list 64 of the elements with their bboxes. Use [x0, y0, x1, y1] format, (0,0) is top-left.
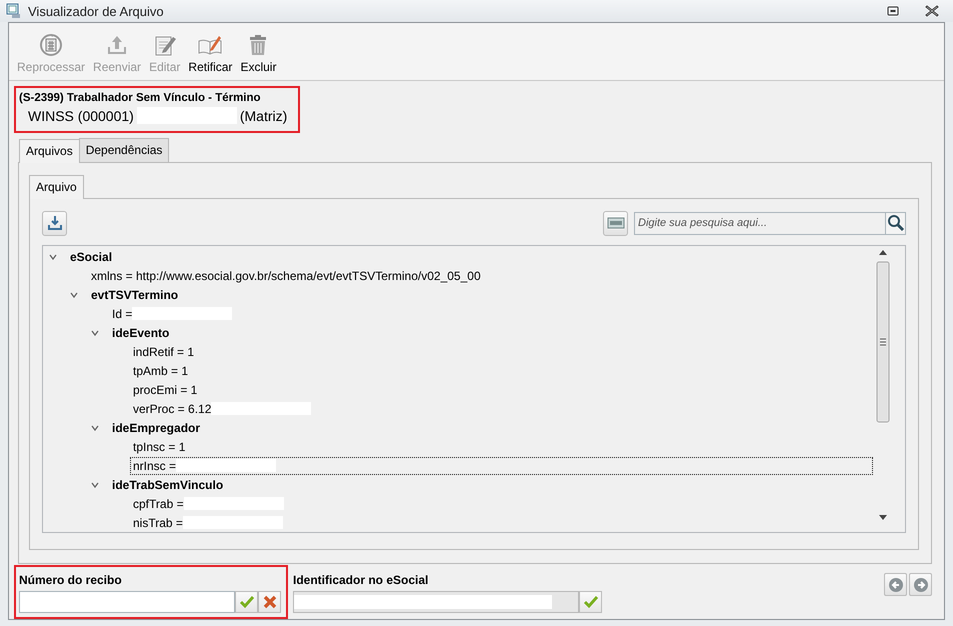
tree-item[interactable]: verProc = 6.12: [130, 400, 314, 418]
tree-label: ideTrabSemVinculo: [112, 478, 224, 492]
rectify-button[interactable]: Retificar: [184, 33, 236, 74]
tree-item[interactable]: ideEvento: [109, 324, 172, 342]
tree-item[interactable]: xmlns = http://www.esocial.gov.br/schema/evt/evtTSVTermino/v02_05_00: [88, 266, 484, 284]
tree-label: indRetif = 1: [133, 344, 194, 358]
arrow-right-icon: [912, 576, 928, 592]
field-label: Número do recibo: [19, 573, 123, 587]
field-label: Identificador no eSocial: [293, 573, 430, 587]
xml-button[interactable]: [603, 210, 628, 236]
tree-item[interactable]: tpAmb = 1: [130, 362, 192, 380]
check-icon: [582, 594, 598, 610]
tree-item[interactable]: indRetif = 1: [130, 342, 198, 360]
tree-label: cpfTrab =: [133, 496, 184, 510]
search-field[interactable]: Digite sua pesquisa aqui...: [634, 212, 885, 234]
tab[interactable]: Arquivos: [19, 139, 80, 163]
input-field[interactable]: [19, 591, 235, 613]
tree-item[interactable]: tpInsc = 1: [130, 438, 188, 456]
tree-label: ideEvento: [112, 326, 170, 340]
tab[interactable]: Dependências: [78, 138, 170, 162]
tree-label: procEmi = 1: [133, 382, 198, 396]
cancel-button[interactable]: [258, 591, 281, 613]
tree-item[interactable]: procEmi = 1: [130, 380, 200, 398]
book-pencil-icon: [198, 33, 222, 57]
tree-label: verProc = 6.12: [133, 402, 212, 416]
tree-label: tpAmb = 1: [133, 364, 188, 378]
tree-label: eSocial: [70, 250, 112, 264]
tree-label: tpInsc = 1: [133, 440, 186, 454]
tree-label: nrInsc =: [133, 458, 176, 472]
company-name: WINSS (000001): [28, 108, 134, 124]
tree-item[interactable]: nisTrab =: [130, 514, 286, 532]
tab[interactable]: Arquivo: [29, 175, 84, 199]
xml-file-icon: [606, 216, 624, 230]
download-button[interactable]: [42, 210, 67, 236]
search-button[interactable]: [885, 212, 906, 234]
tree-label: nisTrab =: [133, 516, 183, 530]
download-icon: [46, 215, 62, 231]
tree-item[interactable]: evtTSVTermino: [88, 286, 182, 304]
arrow-left-icon: [888, 576, 904, 592]
restore-icon: [887, 6, 899, 16]
check-icon: [238, 594, 254, 610]
tree-item[interactable]: cpfTrab =: [130, 494, 287, 512]
tree-item[interactable]: nrInsc =: [130, 456, 873, 474]
branch-label: (Matriz): [240, 108, 288, 124]
event-title: (S-2399) Trabalhador Sem Vínculo - Término: [19, 92, 262, 104]
window-title: Visualizador de Arquivo: [28, 4, 164, 18]
tree-label: evtTSVTermino: [91, 288, 178, 302]
confirm-button[interactable]: [235, 591, 258, 613]
app-icon: [6, 3, 22, 19]
tree-label: ideEmpregador: [112, 420, 200, 434]
close-icon: [925, 5, 939, 17]
tree-item[interactable]: Id =: [109, 304, 236, 322]
tree-item[interactable]: ideEmpregador: [109, 418, 204, 436]
tree-label: xmlns = http://www.esocial.gov.br/schema/evt/evtTSVTermino/v02_05_00: [91, 268, 481, 282]
tree-item[interactable]: eSocial: [67, 248, 116, 266]
delete-button[interactable]: Excluir: [236, 33, 280, 74]
tree-label: Id =: [112, 306, 132, 320]
confirm-button[interactable]: [579, 591, 602, 613]
tree-item[interactable]: ideTrabSemVinculo: [109, 476, 226, 494]
previous-button[interactable]: [884, 573, 907, 596]
x-icon: [262, 594, 278, 610]
next-button[interactable]: [909, 573, 932, 596]
search-icon: [886, 214, 904, 232]
calculator-icon: [39, 33, 64, 57]
